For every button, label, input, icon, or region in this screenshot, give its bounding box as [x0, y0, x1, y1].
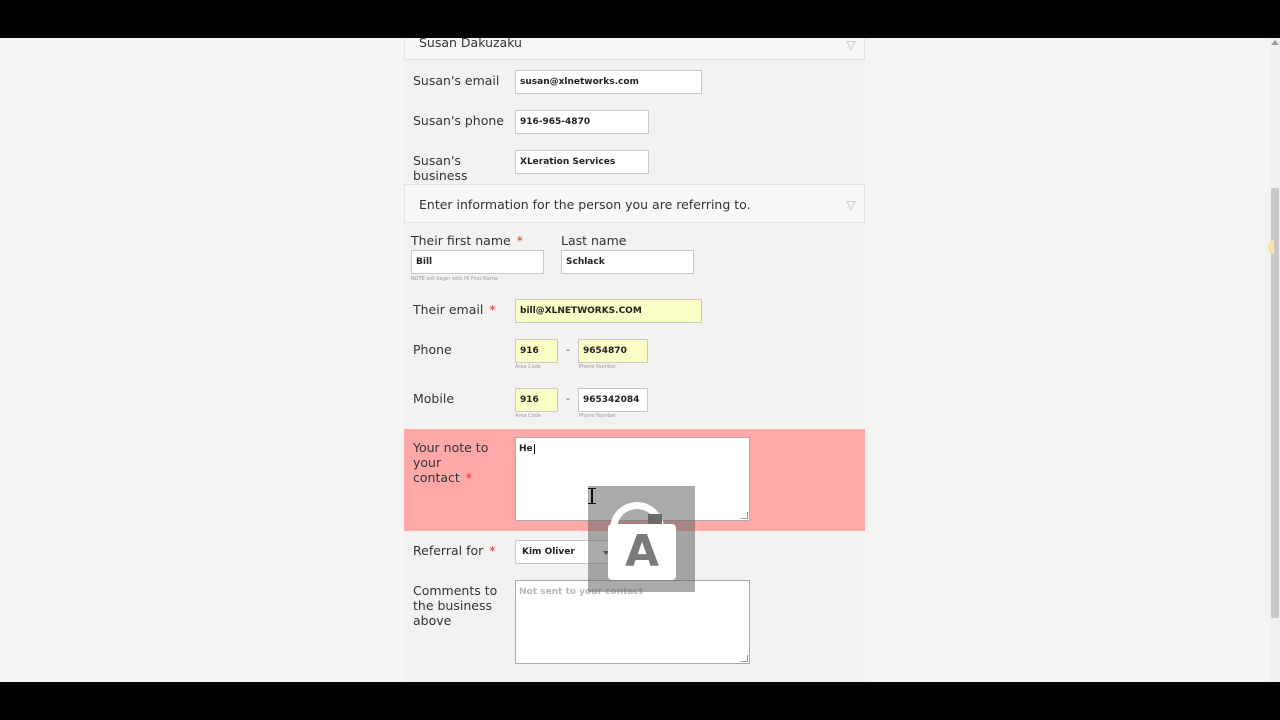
mobile-label: Mobile — [413, 391, 455, 406]
phone-dash: - — [566, 343, 570, 356]
caps-lock-overlay: A — [588, 486, 695, 592]
referrer-phone-label: Susan's phone — [413, 113, 504, 128]
scroll-up-arrow-icon[interactable] — [1271, 40, 1279, 45]
comments-label: Comments to the business above — [413, 583, 498, 628]
area-code-sublabel: Area Code — [515, 413, 541, 419]
mobile-area-code-input[interactable]: 916 — [515, 388, 558, 412]
phone-number-input[interactable]: 9654870 — [578, 339, 648, 363]
referrer-business-input[interactable]: XLeration Services — [515, 150, 649, 174]
referrer-name-bar[interactable]: Susan Dakuzaku — [404, 38, 865, 60]
collapse-triangle-icon[interactable] — [846, 41, 856, 51]
phone-number-sublabel: Phone Number — [579, 364, 617, 370]
referrer-name: Susan Dakuzaku — [419, 38, 522, 50]
collapse-triangle-icon[interactable] — [846, 201, 856, 211]
referrer-business-label: Susan's business — [413, 153, 468, 183]
first-name-label: Their first name * — [411, 233, 523, 248]
contact-email-label-text: Their email — [413, 302, 484, 317]
mobile-number-sublabel: Phone Number — [579, 413, 617, 419]
resize-handle-icon[interactable] — [741, 655, 748, 662]
unlock-icon: A — [608, 524, 676, 580]
note-label: Your note to your contact * — [413, 440, 495, 485]
last-name-label: Last name — [561, 233, 627, 248]
comments-textarea[interactable]: Not sent to your contact — [515, 580, 750, 664]
required-mark: * — [516, 233, 523, 248]
referrer-email-label: Susan's email — [413, 73, 500, 88]
contact-email-input[interactable]: bill@XLNETWORKS.COM — [515, 299, 702, 323]
contact-email-label: Their email * — [413, 302, 496, 317]
first-name-label-text: Their first name — [411, 233, 511, 248]
last-name-input[interactable]: Schlack — [561, 250, 694, 274]
referral-for-value: Kim Oliver — [522, 547, 575, 557]
required-mark: * — [465, 470, 473, 485]
referrer-email-input[interactable]: susan@xlnetworks.com — [515, 70, 702, 94]
resize-handle-icon[interactable] — [741, 512, 748, 519]
first-name-note: NOTE will begin with Hi First-Name — [411, 276, 498, 282]
phone-area-code-input[interactable]: 916 — [515, 339, 558, 363]
text-caret — [533, 444, 535, 454]
vertical-scrollbar[interactable] — [1270, 38, 1280, 682]
text-cursor-icon — [588, 488, 596, 504]
note-label-text: Your note to your contact — [413, 440, 489, 485]
referral-section-header[interactable]: Enter information for the person you are… — [404, 184, 865, 223]
edge-indicator — [1268, 240, 1274, 254]
required-mark: * — [489, 543, 496, 558]
referral-for-label-text: Referral for — [413, 543, 484, 558]
phone-label: Phone — [413, 342, 452, 357]
referrer-phone-input[interactable]: 916-965-4870 — [515, 110, 649, 134]
referral-for-label: Referral for * — [413, 543, 496, 558]
mobile-dash: - — [566, 392, 570, 405]
required-mark: * — [489, 302, 496, 317]
area-code-sublabel: Area Code — [515, 364, 541, 370]
note-text: He — [519, 444, 533, 454]
first-name-input[interactable]: Bill — [411, 250, 544, 274]
mobile-number-input[interactable]: 965342084 — [578, 388, 648, 412]
section-title: Enter information for the person you are… — [419, 197, 751, 212]
